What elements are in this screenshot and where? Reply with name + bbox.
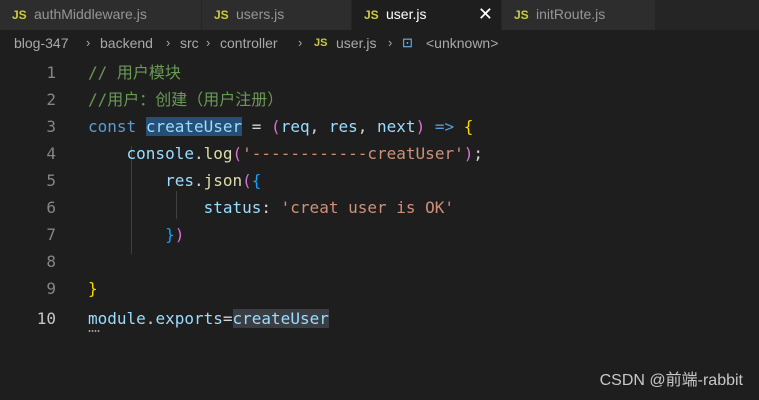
property-token: status <box>203 198 262 217</box>
chevron-right-icon: › <box>86 35 91 50</box>
tab-initroute[interactable]: JS initRoute.js <box>502 0 656 30</box>
line-number: 4 <box>46 144 56 163</box>
bracket-token: { <box>251 171 262 190</box>
identifier-token: console <box>126 144 194 163</box>
arrow-token: => <box>425 117 464 136</box>
line-number: 7 <box>46 225 56 244</box>
javascript-file-icon: JS <box>514 8 529 22</box>
punct-token: . <box>193 171 204 190</box>
javascript-file-icon: JS <box>214 8 229 22</box>
breadcrumb: blog-347 › backend › src › controller › … <box>0 30 759 56</box>
comment-token: // 用户模块 <box>88 63 181 82</box>
punct-token: ; <box>473 144 483 163</box>
breadcrumb-item-blog-347[interactable]: blog-347 <box>14 30 69 56</box>
javascript-file-icon: JS <box>364 8 379 22</box>
identifier-token: module <box>88 309 146 328</box>
identifier-token: res <box>165 171 194 190</box>
code-line: 7 }) <box>0 221 759 248</box>
tab-label: initRoute.js <box>536 6 606 22</box>
bracket-token: ( <box>242 171 252 190</box>
operator-token: = <box>222 309 233 328</box>
bracket-token: } <box>165 225 175 244</box>
bracket-token: { <box>463 117 474 136</box>
editor-tab-bar: JS authMiddleware.js JS users.js JS user… <box>0 0 759 30</box>
code-editor[interactable]: 1 // 用户模块 2 //用户：创建（用户注册） 3 const create… <box>0 56 759 400</box>
chevron-right-icon: › <box>166 35 171 50</box>
breadcrumb-item-file[interactable]: user.js <box>336 30 376 56</box>
code-text: console.log('------------creatUser'); <box>88 140 483 167</box>
function-token: log <box>203 144 233 163</box>
code-line: 3 const createUser = (req, res, next) =>… <box>0 113 759 140</box>
tab-users[interactable]: JS users.js <box>202 0 352 30</box>
code-text: }) <box>88 221 184 248</box>
line-number: 3 <box>46 117 56 136</box>
code-line-current: 10 module.exports=createUser <box>0 305 759 332</box>
string-token: 'creat user is OK' <box>280 198 455 217</box>
tab-user-active[interactable]: JS user.js ✕ <box>352 0 502 30</box>
tab-authmiddleware[interactable]: JS authMiddleware.js <box>0 0 202 30</box>
javascript-file-icon: JS <box>12 8 27 22</box>
bracket-token: ) <box>415 117 426 136</box>
punct-token: . <box>145 309 156 328</box>
comment-token: //用户：创建（用户注册） <box>88 90 284 109</box>
punct-token: , <box>357 117 378 136</box>
line-number: 2 <box>46 90 56 109</box>
javascript-file-icon: JS <box>314 37 328 49</box>
line-number: 8 <box>46 252 56 271</box>
param-token: next <box>377 117 416 136</box>
line-number-current: 10 <box>36 309 56 328</box>
bracket-token: } <box>88 279 98 298</box>
hint-dots <box>88 330 100 332</box>
tab-label: authMiddleware.js <box>34 6 147 22</box>
code-text: // 用户模块 <box>88 59 181 86</box>
bracket-token: ) <box>463 144 474 163</box>
property-token: exports <box>155 309 223 328</box>
chevron-right-icon: › <box>388 35 393 50</box>
bracket-token: ( <box>271 117 281 136</box>
function-token: json <box>203 171 243 190</box>
punct-token: : <box>261 198 281 217</box>
watermark: CSDN @前端-rabbit <box>599 372 743 389</box>
param-token: res <box>328 117 358 136</box>
code-line: 5 res.json({ <box>0 167 759 194</box>
code-line: 4 console.log('------------creatUser'); <box>0 140 759 167</box>
code-text: const createUser = (req, res, next) => { <box>88 113 473 140</box>
code-text: status: 'creat user is OK' <box>88 194 454 221</box>
string-token: '------------creatUser' <box>242 144 464 163</box>
punct-token: . <box>193 144 204 163</box>
code-text: res.json({ <box>88 167 261 194</box>
code-text: } <box>88 275 98 302</box>
bracket-token: ( <box>232 144 243 163</box>
code-line: 9 } <box>0 275 759 302</box>
line-number: 5 <box>46 171 56 190</box>
tab-label: user.js <box>386 6 427 22</box>
code-line: 1 // 用户模块 <box>0 59 759 86</box>
code-line: 2 //用户：创建（用户注册） <box>0 86 759 113</box>
keyword-token: const <box>88 117 137 136</box>
chevron-right-icon: › <box>206 35 211 50</box>
identifier-token-selected: createUser <box>145 117 243 136</box>
close-icon[interactable]: ✕ <box>478 0 493 29</box>
breadcrumb-item-controller[interactable]: controller <box>220 30 278 56</box>
symbol-variable-icon: ⊡ <box>402 35 413 50</box>
line-number: 9 <box>46 279 56 298</box>
code-line: 6 status: 'creat user is OK' <box>0 194 759 221</box>
code-text: module.exports=createUser <box>88 305 329 332</box>
param-token: req <box>280 117 310 136</box>
chevron-right-icon: › <box>298 35 303 50</box>
punct-token: , <box>309 117 329 136</box>
code-line: 8 <box>0 248 759 275</box>
line-number: 6 <box>46 198 56 217</box>
bracket-token: ) <box>174 225 185 244</box>
tab-label: users.js <box>236 6 285 22</box>
breadcrumb-item-backend[interactable]: backend <box>100 30 153 56</box>
breadcrumb-item-src[interactable]: src <box>180 30 199 56</box>
breadcrumb-item-symbol[interactable]: <unknown> <box>426 30 498 56</box>
identifier-token-highlighted: createUser <box>232 309 329 328</box>
code-text: //用户：创建（用户注册） <box>88 86 283 113</box>
operator-token: = <box>242 117 272 136</box>
line-number: 1 <box>46 63 56 82</box>
